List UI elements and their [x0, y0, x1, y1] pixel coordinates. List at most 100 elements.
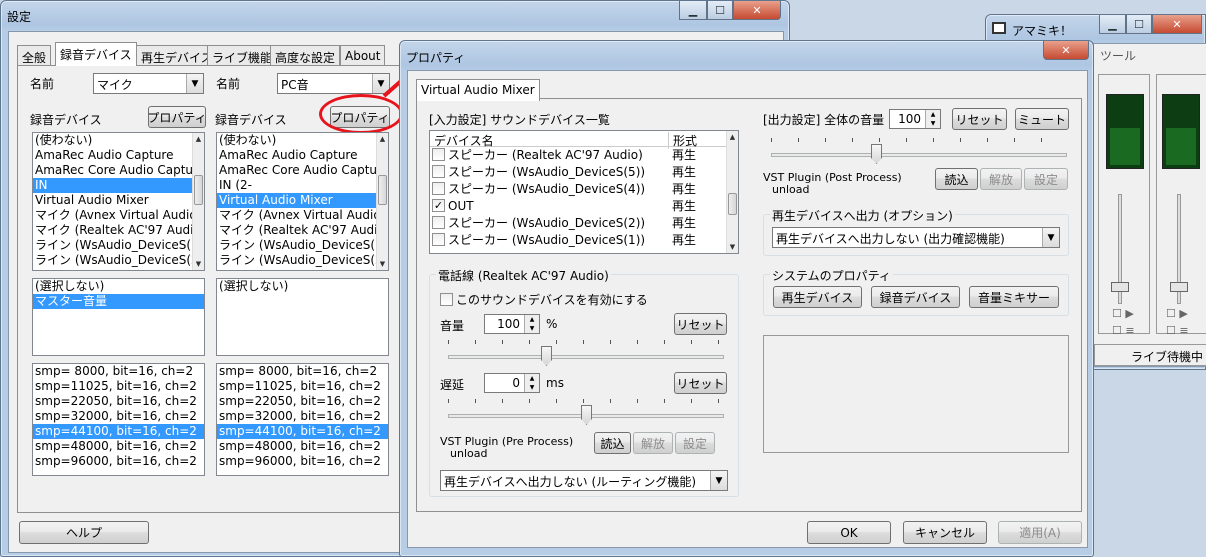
list-item[interactable]: smp=48000, bit=16, ch=2 — [217, 439, 388, 454]
tab-about[interactable]: About — [340, 45, 386, 66]
ok-button[interactable]: OK — [807, 521, 891, 544]
vst-post-load-button[interactable]: 読込 — [935, 168, 978, 190]
left-device-list[interactable]: (使わない) AmaRec Audio Capture AmaRec Core Au… — [32, 132, 205, 271]
list-item[interactable]: (使わない) — [217, 133, 388, 148]
device-checkbox[interactable]: ✓ — [432, 199, 445, 212]
list-item[interactable]: smp=48000, bit=16, ch=2 — [33, 439, 204, 454]
list-item[interactable]: IN — [33, 178, 204, 193]
list-item[interactable]: smp=44100, bit=16, ch=2 — [33, 424, 204, 439]
vst-post-release-button[interactable]: 解放 — [980, 168, 1022, 190]
list-item[interactable]: smp=22050, bit=16, ch=2 — [33, 394, 204, 409]
amamiki-minimize-button[interactable]: ▁ — [1099, 15, 1126, 34]
mute-toggle-icon[interactable]: ☐ ≡ — [1112, 324, 1135, 337]
list-item[interactable]: smp=32000, bit=16, ch=2 — [217, 409, 388, 424]
fader-thumb-left[interactable] — [1111, 282, 1129, 292]
list-item[interactable]: AmaRec Audio Capture — [33, 148, 204, 163]
device-checkbox[interactable] — [432, 148, 445, 161]
tab-recording-device[interactable]: 録音デバイス — [55, 42, 137, 66]
volume-reset-button[interactable]: リセット — [674, 313, 727, 335]
vst-pre-load-button[interactable]: 読込 — [594, 432, 631, 454]
list-item[interactable]: ライン (WsAudio_DeviceS(1)) — [33, 238, 204, 253]
device-checkbox[interactable] — [432, 182, 445, 195]
table-row[interactable]: スピーカー (WsAudio_DeviceS(2)) 再生 — [430, 215, 738, 232]
list-item[interactable]: IN (2- — [217, 178, 388, 193]
amamiki-maximize-button[interactable]: ☐ — [1126, 15, 1152, 34]
cancel-button[interactable]: キャンセル — [903, 521, 987, 544]
left-channel-list[interactable]: (選択しない) マスター音量 — [32, 278, 205, 356]
vst-pre-setting-button[interactable]: 設定 — [675, 432, 715, 454]
output-reset-button[interactable]: リセット — [952, 108, 1007, 130]
minimize-button[interactable]: ▁ — [679, 1, 707, 20]
list-item[interactable]: Virtual Audio Mixer — [217, 193, 388, 208]
table-row[interactable]: スピーカー (Realtek AC'97 Audio) 再生 — [430, 147, 738, 164]
delay-spinner[interactable]: 0 ▲ ▼ — [484, 373, 540, 393]
system-playback-button[interactable]: 再生デバイス — [773, 286, 862, 308]
left-name-select[interactable]: マイク ▼ — [93, 73, 204, 94]
table-row[interactable]: スピーカー (WsAudio_DeviceS(5)) 再生 — [430, 164, 738, 181]
left-format-list[interactable]: smp= 8000, bit=16, ch=2 smp=11025, bit=16… — [32, 363, 205, 476]
playback-output-select[interactable]: 再生デバイスへ出力しない (出力確認機能) ▼ — [772, 227, 1060, 248]
list-item[interactable]: マイク (Avnex Virtual Audio De — [217, 208, 388, 223]
list-item[interactable]: AmaRec Core Audio Capture — [217, 163, 388, 178]
output-mute-button[interactable]: ミュート — [1015, 108, 1069, 130]
play-icon[interactable]: ☐ ▶ — [1166, 307, 1188, 320]
delay-reset-button[interactable]: リセット — [674, 372, 727, 394]
list-item[interactable]: smp= 8000, bit=16, ch=2 — [217, 364, 388, 379]
tab-virtual-audio-mixer[interactable]: Virtual Audio Mixer — [416, 79, 540, 101]
left-properties-button[interactable]: プロパティ — [147, 106, 207, 128]
device-checkbox[interactable] — [432, 165, 445, 178]
input-table-scrollbar[interactable]: ▲ ▼ — [726, 131, 738, 253]
list-item[interactable]: マイク (Realtek AC'97 Audio) — [33, 223, 204, 238]
list-item[interactable]: ライン (WsAudio_DeviceS(2)) — [217, 253, 388, 268]
volume-spinner[interactable]: 100 ▲ ▼ — [484, 314, 540, 334]
system-mixer-button[interactable]: 音量ミキサー — [969, 286, 1059, 308]
list-item[interactable]: AmaRec Audio Capture — [217, 148, 388, 163]
routing-select[interactable]: 再生デバイスへ出力しない (ルーティング機能) ▼ — [440, 470, 728, 491]
table-row[interactable]: スピーカー (WsAudio_DeviceS(1)) 再生 — [430, 232, 738, 249]
list-item[interactable]: (選択しない) — [217, 279, 388, 294]
table-row[interactable]: ✓ OUT 再生 — [430, 198, 738, 215]
tab-general[interactable]: 全般 — [17, 45, 52, 66]
volume-slider[interactable] — [448, 337, 724, 367]
vst-post-setting-button[interactable]: 設定 — [1024, 168, 1068, 190]
left-device-scrollbar[interactable]: ▲ ▼ — [192, 133, 204, 270]
close-button[interactable]: ✕ — [733, 1, 781, 20]
delay-slider[interactable] — [448, 396, 724, 426]
list-item[interactable]: マイク (Realtek AC'97 Audio) — [217, 223, 388, 238]
list-item[interactable]: AmaRec Core Audio Capture — [33, 163, 204, 178]
right-device-list[interactable]: (使わない) AmaRec Audio Capture AmaRec Core Au… — [216, 132, 389, 271]
list-item[interactable]: Virtual Audio Mixer — [33, 193, 204, 208]
list-item[interactable]: マスター音量 — [33, 294, 204, 309]
fader-thumb-right[interactable] — [1170, 282, 1188, 292]
right-name-select[interactable]: PC音 ▼ — [277, 73, 390, 94]
table-row[interactable]: スピーカー (WsAudio_DeviceS(4)) 再生 — [430, 181, 738, 198]
list-item[interactable]: ライン (WsAudio_DeviceS(1)) — [217, 238, 388, 253]
list-item[interactable]: smp= 8000, bit=16, ch=2 — [33, 364, 204, 379]
vst-pre-release-button[interactable]: 解放 — [633, 432, 673, 454]
tab-live-feature[interactable]: ライブ機能 — [207, 45, 278, 66]
help-button[interactable]: ヘルプ — [19, 521, 149, 544]
apply-button[interactable]: 適用(A) — [998, 521, 1082, 544]
system-recording-button[interactable]: 録音デバイス — [871, 286, 960, 308]
amamiki-close-button[interactable]: ✕ — [1152, 15, 1202, 34]
output-volume-spinner[interactable]: 100 ▲ ▼ — [889, 109, 941, 129]
device-checkbox[interactable] — [432, 216, 445, 229]
right-channel-list[interactable]: (選択しない) — [216, 278, 389, 356]
play-icon[interactable]: ☐ ▶ — [1112, 307, 1134, 320]
list-item[interactable]: smp=96000, bit=16, ch=2 — [217, 454, 388, 469]
list-item[interactable]: smp=32000, bit=16, ch=2 — [33, 409, 204, 424]
input-device-table[interactable]: デバイス名 形式 スピーカー (Realtek AC'97 Audio) 再生 スピ… — [429, 130, 739, 254]
output-volume-slider[interactable] — [771, 135, 1067, 165]
tab-playback-device[interactable]: 再生デバイス — [136, 45, 218, 66]
list-item[interactable]: (使わない) — [33, 133, 204, 148]
list-item[interactable]: マイク (Avnex Virtual Audio De — [33, 208, 204, 223]
list-item[interactable]: smp=96000, bit=16, ch=2 — [33, 454, 204, 469]
list-item[interactable]: smp=11025, bit=16, ch=2 — [217, 379, 388, 394]
mute-toggle-icon[interactable]: ☐ ≡ — [1166, 324, 1189, 337]
properties-close-button[interactable]: ✕ — [1043, 41, 1089, 60]
list-item[interactable]: smp=44100, bit=16, ch=2 — [217, 424, 388, 439]
list-item[interactable]: (選択しない) — [33, 279, 204, 294]
menu-tools[interactable]: ツール — [1100, 47, 1136, 64]
device-checkbox[interactable] — [432, 233, 445, 246]
right-format-list[interactable]: smp= 8000, bit=16, ch=2 smp=11025, bit=16… — [216, 363, 389, 476]
